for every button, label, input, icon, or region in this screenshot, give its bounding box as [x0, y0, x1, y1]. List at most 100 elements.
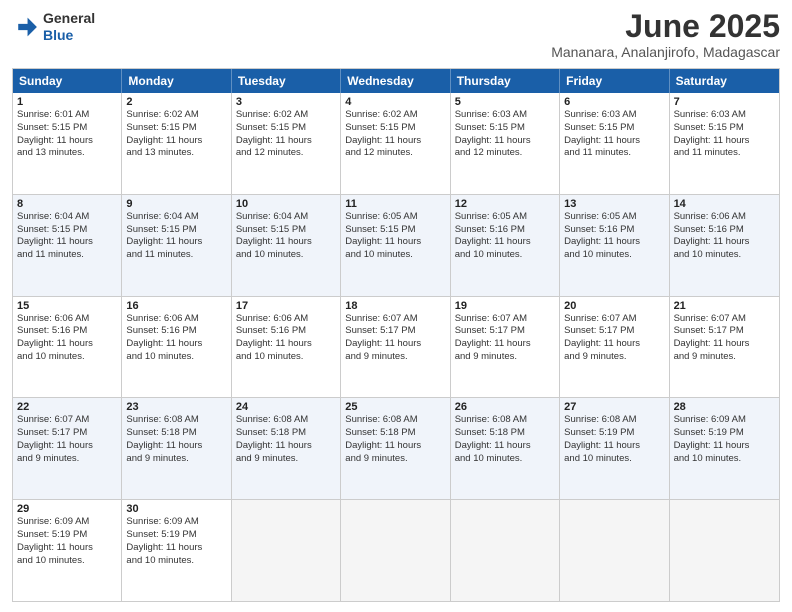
cell-info-line: and 10 minutes.	[17, 351, 117, 364]
day-number: 21	[674, 300, 775, 312]
header-day-tuesday: Tuesday	[232, 69, 341, 93]
cell-info-line: Sunrise: 6:06 AM	[236, 313, 336, 326]
day-number: 3	[236, 96, 336, 108]
cell-info-line: Sunset: 5:17 PM	[674, 325, 775, 338]
cell-info-line: Daylight: 11 hours	[564, 440, 664, 453]
cell-info-line: and 9 minutes.	[126, 453, 226, 466]
day-number: 25	[345, 401, 445, 413]
calendar-cell: 28Sunrise: 6:09 AMSunset: 5:19 PMDayligh…	[670, 398, 779, 499]
header-day-saturday: Saturday	[670, 69, 779, 93]
cell-info-line: and 9 minutes.	[17, 453, 117, 466]
cell-info-line: Sunset: 5:15 PM	[17, 224, 117, 237]
calendar-cell: 29Sunrise: 6:09 AMSunset: 5:19 PMDayligh…	[13, 500, 122, 601]
cell-info-line: Sunset: 5:16 PM	[236, 325, 336, 338]
cell-info-line: Sunset: 5:15 PM	[126, 122, 226, 135]
calendar-cell	[670, 500, 779, 601]
cell-info-line: Daylight: 11 hours	[674, 135, 775, 148]
day-number: 14	[674, 198, 775, 210]
cell-info-line: Daylight: 11 hours	[17, 236, 117, 249]
calendar-cell: 9Sunrise: 6:04 AMSunset: 5:15 PMDaylight…	[122, 195, 231, 296]
cell-info-line: Sunset: 5:15 PM	[126, 224, 226, 237]
cell-info-line: Sunrise: 6:09 AM	[17, 516, 117, 529]
cell-info-line: Sunset: 5:15 PM	[236, 224, 336, 237]
cell-info-line: Sunrise: 6:06 AM	[17, 313, 117, 326]
day-number: 9	[126, 198, 226, 210]
cell-info-line: Sunrise: 6:04 AM	[126, 211, 226, 224]
logo-icon	[12, 13, 40, 41]
calendar-cell: 24Sunrise: 6:08 AMSunset: 5:18 PMDayligh…	[232, 398, 341, 499]
calendar-cell	[341, 500, 450, 601]
cell-info-line: Sunset: 5:17 PM	[17, 427, 117, 440]
calendar-cell: 21Sunrise: 6:07 AMSunset: 5:17 PMDayligh…	[670, 297, 779, 398]
calendar-body: 1Sunrise: 6:01 AMSunset: 5:15 PMDaylight…	[13, 93, 779, 601]
header-day-sunday: Sunday	[13, 69, 122, 93]
cell-info-line: Sunrise: 6:07 AM	[674, 313, 775, 326]
calendar-cell: 27Sunrise: 6:08 AMSunset: 5:19 PMDayligh…	[560, 398, 669, 499]
cell-info-line: Sunrise: 6:09 AM	[126, 516, 226, 529]
cell-info-line: Sunrise: 6:01 AM	[17, 109, 117, 122]
cell-info-line: Sunrise: 6:08 AM	[345, 414, 445, 427]
calendar-cell: 22Sunrise: 6:07 AMSunset: 5:17 PMDayligh…	[13, 398, 122, 499]
calendar-row-5: 29Sunrise: 6:09 AMSunset: 5:19 PMDayligh…	[13, 500, 779, 601]
cell-info-line: Sunset: 5:15 PM	[455, 122, 555, 135]
cell-info-line: Daylight: 11 hours	[126, 440, 226, 453]
day-number: 29	[17, 503, 117, 515]
cell-info-line: Sunset: 5:18 PM	[455, 427, 555, 440]
calendar-cell: 5Sunrise: 6:03 AMSunset: 5:15 PMDaylight…	[451, 93, 560, 194]
cell-info-line: Sunrise: 6:09 AM	[674, 414, 775, 427]
calendar: SundayMondayTuesdayWednesdayThursdayFrid…	[12, 68, 780, 602]
cell-info-line: Sunrise: 6:03 AM	[455, 109, 555, 122]
cell-info-line: Sunset: 5:15 PM	[17, 122, 117, 135]
cell-info-line: and 10 minutes.	[455, 249, 555, 262]
cell-info-line: and 10 minutes.	[345, 249, 445, 262]
cell-info-line: Sunset: 5:18 PM	[236, 427, 336, 440]
calendar-cell	[451, 500, 560, 601]
day-number: 30	[126, 503, 226, 515]
calendar-cell: 19Sunrise: 6:07 AMSunset: 5:17 PMDayligh…	[451, 297, 560, 398]
cell-info-line: and 10 minutes.	[674, 249, 775, 262]
cell-info-line: and 10 minutes.	[126, 351, 226, 364]
cell-info-line: and 9 minutes.	[455, 351, 555, 364]
day-number: 2	[126, 96, 226, 108]
day-number: 26	[455, 401, 555, 413]
page: General Blue June 2025 Mananara, Analanj…	[0, 0, 792, 612]
calendar-cell: 30Sunrise: 6:09 AMSunset: 5:19 PMDayligh…	[122, 500, 231, 601]
cell-info-line: Daylight: 11 hours	[345, 135, 445, 148]
cell-info-line: Daylight: 11 hours	[674, 440, 775, 453]
cell-info-line: Daylight: 11 hours	[564, 338, 664, 351]
cell-info-line: Sunrise: 6:02 AM	[345, 109, 445, 122]
cell-info-line: Sunrise: 6:06 AM	[674, 211, 775, 224]
calendar-cell: 20Sunrise: 6:07 AMSunset: 5:17 PMDayligh…	[560, 297, 669, 398]
cell-info-line: Daylight: 11 hours	[126, 135, 226, 148]
calendar-row-2: 8Sunrise: 6:04 AMSunset: 5:15 PMDaylight…	[13, 195, 779, 297]
day-number: 27	[564, 401, 664, 413]
cell-info-line: Sunrise: 6:04 AM	[17, 211, 117, 224]
cell-info-line: Daylight: 11 hours	[345, 338, 445, 351]
calendar-cell: 17Sunrise: 6:06 AMSunset: 5:16 PMDayligh…	[232, 297, 341, 398]
cell-info-line: and 11 minutes.	[17, 249, 117, 262]
cell-info-line: and 10 minutes.	[564, 453, 664, 466]
cell-info-line: and 13 minutes.	[126, 147, 226, 160]
cell-info-line: and 11 minutes.	[126, 249, 226, 262]
cell-info-line: Sunset: 5:19 PM	[126, 529, 226, 542]
cell-info-line: and 9 minutes.	[345, 453, 445, 466]
page-subtitle: Mananara, Analanjirofo, Madagascar	[551, 44, 780, 60]
day-number: 28	[674, 401, 775, 413]
calendar-cell: 25Sunrise: 6:08 AMSunset: 5:18 PMDayligh…	[341, 398, 450, 499]
cell-info-line: and 12 minutes.	[345, 147, 445, 160]
cell-info-line: Sunset: 5:17 PM	[455, 325, 555, 338]
cell-info-line: Daylight: 11 hours	[345, 236, 445, 249]
day-number: 5	[455, 96, 555, 108]
day-number: 10	[236, 198, 336, 210]
cell-info-line: Sunrise: 6:02 AM	[236, 109, 336, 122]
cell-info-line: and 11 minutes.	[674, 147, 775, 160]
cell-info-line: and 12 minutes.	[455, 147, 555, 160]
cell-info-line: Daylight: 11 hours	[455, 236, 555, 249]
calendar-cell	[232, 500, 341, 601]
cell-info-line: Sunset: 5:16 PM	[564, 224, 664, 237]
day-number: 24	[236, 401, 336, 413]
calendar-cell: 4Sunrise: 6:02 AMSunset: 5:15 PMDaylight…	[341, 93, 450, 194]
calendar-cell: 11Sunrise: 6:05 AMSunset: 5:15 PMDayligh…	[341, 195, 450, 296]
cell-info-line: Sunset: 5:19 PM	[564, 427, 664, 440]
cell-info-line: Daylight: 11 hours	[236, 338, 336, 351]
